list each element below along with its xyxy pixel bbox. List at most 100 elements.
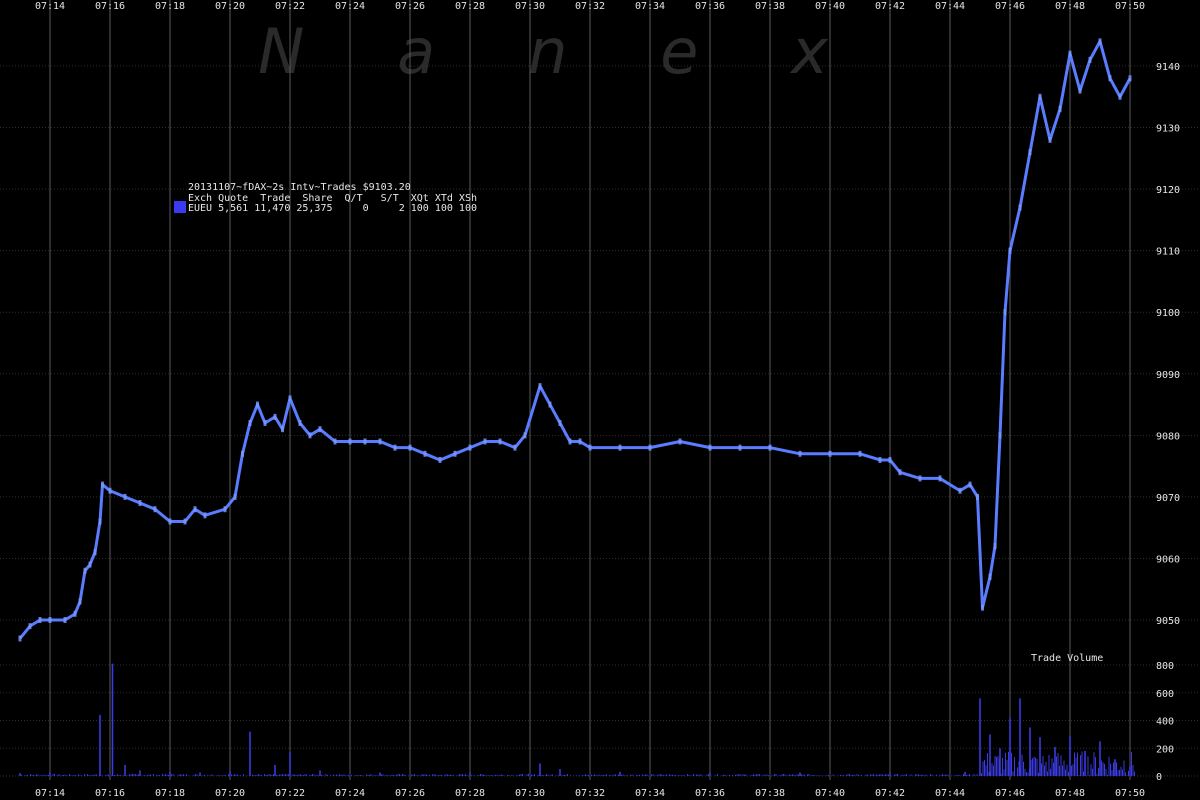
price-point	[38, 617, 42, 623]
price-point	[168, 518, 172, 525]
price-point	[453, 450, 457, 457]
x-tick-label-top: 07:40	[815, 1, 845, 12]
price-point	[538, 383, 542, 390]
volume-tick-label: 600	[1156, 689, 1174, 700]
legend-row: EUEU 5,561 11,470 25,375 0 2 100 100 100	[188, 203, 477, 214]
price-point	[828, 450, 832, 457]
price-point	[1098, 38, 1102, 45]
x-tick-label-bottom: 07:20	[215, 788, 245, 799]
chart-canvas: N a n e x 07:14 07:14 07:16 07:16 07:18 07:18…	[0, 0, 1200, 800]
x-tick-label-top: 07:46	[995, 1, 1025, 12]
price-point	[193, 506, 197, 513]
x-tick-label-top: 07:22	[275, 1, 305, 12]
price-tick-label: 9080	[1156, 431, 1180, 442]
price-point	[63, 617, 67, 623]
price-point	[1018, 204, 1022, 211]
price-point	[858, 450, 862, 457]
price-point	[548, 401, 552, 408]
price-point	[1088, 56, 1092, 63]
x-tick-label-bottom: 07:44	[935, 788, 965, 799]
price-point	[241, 450, 244, 457]
volume-tick-label: 0	[1156, 772, 1162, 783]
price-point	[578, 438, 582, 445]
price-point	[976, 493, 979, 500]
price-point	[363, 438, 367, 445]
price-point	[101, 481, 104, 488]
nanex-watermark: N a n e x	[258, 15, 829, 88]
x-tick-label-top: 07:26	[395, 1, 425, 12]
x-tick-label-bottom: 07:26	[395, 788, 425, 799]
price-point	[83, 567, 87, 574]
price-tick-label: 9140	[1156, 62, 1180, 73]
price-point	[768, 444, 772, 451]
price-point	[993, 543, 997, 550]
price-tick-label: 9110	[1156, 247, 1180, 258]
x-tick-label-top: 07:14	[35, 1, 65, 12]
price-point	[308, 432, 312, 439]
price-point	[108, 487, 112, 494]
price-point	[1003, 309, 1007, 316]
price-point	[88, 561, 92, 568]
price-point	[1048, 136, 1052, 143]
x-tick-label-bottom: 07:30	[515, 788, 545, 799]
chart-background	[0, 0, 1200, 800]
price-point	[968, 481, 972, 488]
price-point	[93, 549, 97, 556]
price-point	[998, 432, 1002, 439]
price-point	[1028, 149, 1032, 156]
price-point	[273, 413, 277, 420]
price-point	[708, 444, 712, 451]
price-point	[18, 635, 22, 642]
price-point	[498, 438, 502, 445]
x-tick-label-bottom: 07:28	[455, 788, 485, 799]
x-tick-label-top: 07:28	[455, 1, 485, 12]
price-point	[256, 401, 259, 408]
x-tick-label-bottom: 07:48	[1055, 788, 1085, 799]
x-tick-label-bottom: 07:24	[335, 788, 365, 799]
x-tick-label-bottom: 07:14	[35, 788, 65, 799]
price-point	[513, 444, 517, 451]
price-point	[1078, 87, 1082, 94]
volume-tick-label: 800	[1156, 661, 1174, 672]
x-tick-label-bottom: 07:50	[1115, 788, 1145, 799]
x-tick-label-top: 07:42	[875, 1, 905, 12]
price-point	[78, 598, 82, 605]
price-point	[73, 610, 77, 617]
price-point	[798, 450, 802, 457]
price-point	[958, 487, 962, 494]
price-point	[263, 420, 267, 427]
price-point	[568, 438, 572, 445]
price-point	[1128, 75, 1132, 82]
x-tick-label-top: 07:30	[515, 1, 545, 12]
x-tick-label-top: 07:34	[635, 1, 665, 12]
price-point	[288, 395, 292, 402]
price-point	[1118, 93, 1122, 100]
price-point	[1008, 247, 1012, 254]
price-point	[618, 444, 622, 451]
price-point	[248, 420, 252, 427]
price-point	[588, 444, 592, 451]
price-point	[98, 518, 102, 525]
price-point	[333, 438, 337, 445]
price-point	[48, 617, 52, 623]
volume-tick-label: 400	[1156, 717, 1174, 728]
price-point	[203, 512, 207, 519]
price-tick-label: 9050	[1156, 616, 1180, 627]
x-tick-label-bottom: 07:34	[635, 788, 665, 799]
price-point	[678, 438, 682, 445]
price-point	[138, 500, 142, 507]
price-point	[888, 456, 892, 463]
price-tick-label: 9090	[1156, 370, 1180, 381]
price-point	[153, 506, 157, 513]
legend-title: 20131107~fDAX~2s Intv~Trades $9103.20	[188, 182, 411, 193]
price-point	[468, 444, 472, 451]
price-point	[483, 438, 487, 445]
price-point	[981, 604, 984, 611]
price-point	[298, 420, 302, 427]
x-tick-label-bottom: 07:36	[695, 788, 725, 799]
price-point	[183, 518, 187, 525]
price-point	[318, 426, 322, 433]
x-tick-label-bottom: 07:16	[95, 788, 125, 799]
price-tick-label: 9100	[1156, 308, 1180, 319]
price-point	[1108, 75, 1112, 82]
